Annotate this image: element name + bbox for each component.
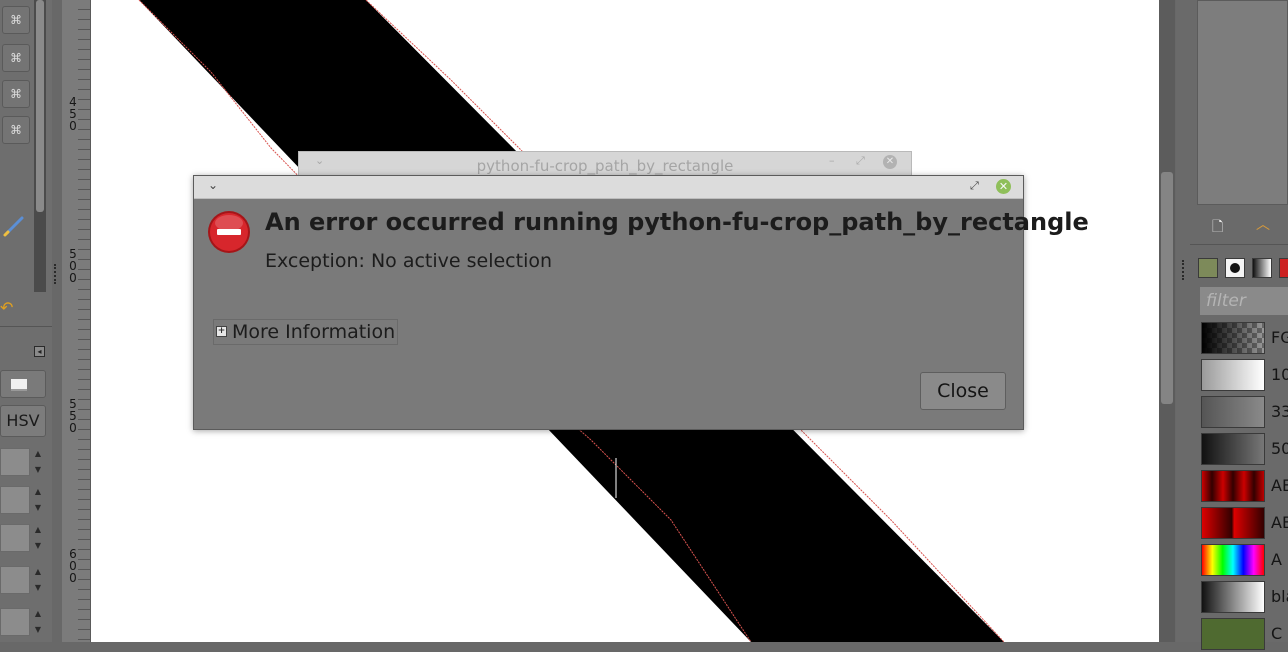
spin-field[interactable]: ▲ ▼ bbox=[0, 446, 46, 478]
error-dialog-titlebar[interactable]: ⌄ ⤢ ✕ bbox=[194, 176, 1023, 199]
ruler-ticks bbox=[78, 0, 90, 642]
expand-icon[interactable]: + bbox=[216, 326, 227, 337]
ruler-label-text: 450 bbox=[69, 95, 77, 133]
ruler-label-text: 550 bbox=[69, 397, 77, 435]
gradient-thumbnail bbox=[1201, 359, 1265, 391]
swatch-icon bbox=[11, 379, 27, 391]
gradient-item[interactable]: A bbox=[1200, 544, 1288, 578]
hsv-button[interactable]: HSV bbox=[0, 405, 46, 437]
gradient-item[interactable]: 50 bbox=[1200, 433, 1288, 467]
color-swatch-button[interactable] bbox=[0, 370, 46, 398]
gradient-item[interactable]: bla bbox=[1200, 581, 1288, 615]
canvas-scrollbar-thumb[interactable] bbox=[1161, 172, 1173, 404]
brush-tab-icon[interactable] bbox=[1225, 258, 1245, 278]
gradient-label: C bbox=[1271, 624, 1283, 643]
gradient-item[interactable]: 10 bbox=[1200, 359, 1288, 393]
error-message: Exception: No active selection bbox=[265, 250, 553, 272]
dock-grip-handle[interactable] bbox=[1182, 260, 1188, 280]
gradient-label: 33 bbox=[1271, 402, 1288, 421]
gradient-label: bla bbox=[1271, 587, 1288, 606]
maximize-icon[interactable]: ⤢ bbox=[970, 179, 979, 193]
gradient-label: A bbox=[1271, 550, 1282, 569]
raise-icon[interactable]: ︿ bbox=[1256, 214, 1272, 233]
minimize-icon[interactable]: – bbox=[829, 154, 835, 167]
spin-field[interactable]: ▲ ▼ bbox=[0, 522, 46, 554]
gradient-thumbnail bbox=[1201, 322, 1265, 354]
more-information-expander[interactable]: + More Information bbox=[213, 319, 399, 345]
tool-icon[interactable]: ⌘ bbox=[2, 80, 30, 108]
gradient-thumbnail bbox=[1201, 470, 1265, 502]
ruler-label-text: 600 bbox=[69, 547, 77, 585]
spin-field[interactable]: ▲ ▼ bbox=[0, 606, 46, 638]
gradient-tab-icon[interactable] bbox=[1252, 258, 1272, 278]
gradient-item[interactable]: 33 bbox=[1200, 396, 1288, 430]
gradient-label: AB bbox=[1271, 513, 1288, 532]
tool-icon[interactable]: ⌘ bbox=[2, 6, 30, 34]
close-window-icon[interactable]: ✕ bbox=[996, 179, 1011, 194]
error-dialog: ⌄ ⤢ ✕ An error occurred running python-f… bbox=[193, 175, 1089, 430]
dock-divider bbox=[1190, 244, 1288, 245]
error-heading: An error occurred running python-fu-crop… bbox=[265, 208, 1089, 236]
gradient-label: AB bbox=[1271, 476, 1288, 495]
ruler-label: 550 bbox=[68, 398, 78, 434]
gradient-item[interactable]: FG bbox=[1200, 322, 1288, 356]
gradient-item[interactable]: AB bbox=[1200, 507, 1288, 541]
paintbrush-icon[interactable] bbox=[2, 214, 26, 238]
gradient-item[interactable]: C bbox=[1200, 618, 1288, 652]
filter-input[interactable]: filter bbox=[1199, 286, 1288, 316]
close-button[interactable]: Close bbox=[920, 372, 1006, 410]
ruler-label: 450 bbox=[68, 96, 78, 132]
gradient-item[interactable]: AB bbox=[1200, 470, 1288, 504]
error-icon bbox=[208, 211, 250, 253]
gradient-label: 10 bbox=[1271, 365, 1288, 384]
layers-list[interactable] bbox=[1197, 0, 1288, 205]
maximize-icon[interactable]: ⤢ bbox=[856, 154, 865, 168]
spin-field[interactable]: ▲ ▼ bbox=[0, 484, 46, 516]
gradient-thumbnail bbox=[1201, 507, 1265, 539]
ruler-label: 500 bbox=[68, 248, 78, 284]
background-dialog-title: python-fu-crop_path_by_rectangle bbox=[476, 157, 734, 175]
spin-field[interactable]: ▲ ▼ bbox=[0, 564, 46, 596]
ruler-label: 600 bbox=[68, 548, 78, 584]
close-window-icon[interactable]: ✕ bbox=[883, 155, 897, 169]
toolbox-scrollbar-thumb[interactable] bbox=[36, 0, 44, 212]
dock-grip-handle[interactable] bbox=[54, 264, 60, 284]
gradient-thumbnail bbox=[1201, 396, 1265, 428]
pattern-tab-icon[interactable] bbox=[1198, 258, 1218, 278]
gradient-thumbnail bbox=[1201, 433, 1265, 465]
gradient-thumbnail bbox=[1201, 618, 1265, 650]
gradient-thumbnail bbox=[1201, 544, 1265, 576]
palette-tab-icon[interactable] bbox=[1279, 258, 1288, 278]
gradient-label: FG bbox=[1271, 328, 1288, 347]
ruler-label-text: 500 bbox=[69, 247, 77, 285]
gradient-thumbnail bbox=[1201, 581, 1265, 613]
more-information-label: More Information bbox=[232, 321, 396, 343]
tool-icon[interactable]: ⌘ bbox=[2, 116, 30, 144]
panel-menu-icon[interactable]: ◂ bbox=[34, 346, 45, 357]
new-item-icon[interactable]: 🗋 bbox=[1212, 216, 1226, 235]
tool-icon[interactable]: ⌘ bbox=[2, 44, 30, 72]
gradient-label: 50 bbox=[1271, 439, 1288, 458]
window-menu-icon[interactable]: ⌄ bbox=[208, 178, 218, 192]
undo-icon[interactable]: ↶ bbox=[0, 298, 16, 318]
panel-divider bbox=[0, 326, 52, 327]
